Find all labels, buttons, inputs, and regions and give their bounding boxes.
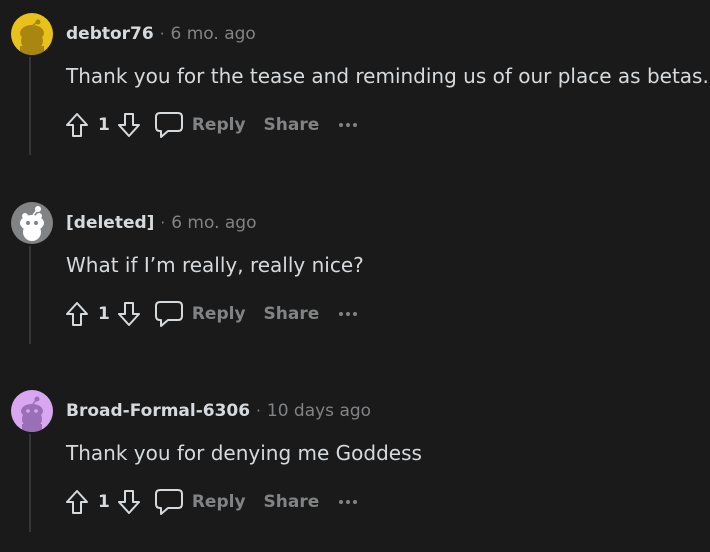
share-button[interactable]: Share [264,492,320,512]
ellipsis-icon [346,123,351,127]
comment-body: Thank you for denying me Goddess [66,441,422,465]
timestamp[interactable]: 10 days ago [267,401,371,421]
share-button[interactable]: Share [264,115,320,135]
downvote-button[interactable] [114,299,144,329]
arrow-up-icon [66,302,88,326]
upvote-button[interactable] [62,487,92,517]
arrow-down-icon [117,113,140,137]
comment: Broad-Formal-6306 · 10 days ago Thank you … [0,377,710,552]
reply-label: Reply [191,304,246,324]
more-options-button[interactable] [339,492,358,512]
speech-bubble-icon [154,489,183,515]
speech-bubble-icon [154,301,183,327]
snoo-avatar-icon [11,202,53,244]
thread-line[interactable] [29,246,31,344]
ellipsis-icon [346,500,351,504]
vote-score: 1 [98,304,110,324]
ellipsis-icon [353,500,358,504]
timestamp[interactable]: 6 mo. ago [171,24,256,44]
arrow-down-icon [117,490,140,514]
snoo-avatar-icon [11,390,53,432]
comment: debtor76 · 6 mo. ago Thank you for the tea… [0,0,710,175]
avatar[interactable] [11,13,53,55]
more-options-button[interactable] [339,115,358,135]
ellipsis-icon [339,312,344,316]
separator: · [256,402,261,420]
thread-line[interactable] [29,434,31,532]
arrow-down-icon [117,302,140,326]
downvote-button[interactable] [114,110,144,140]
upvote-button[interactable] [62,110,92,140]
comment-actions: 1 Reply Share [62,107,358,143]
reply-button[interactable]: Reply [154,300,246,328]
more-options-button[interactable] [339,304,358,324]
reply-label: Reply [191,115,246,135]
comment-actions: 1 Reply Share [62,296,358,332]
separator: · [160,214,166,232]
ellipsis-icon [353,312,358,316]
downvote-button[interactable] [114,487,144,517]
vote-score: 1 [98,115,110,135]
timestamp[interactable]: 6 mo. ago [171,213,256,233]
comment-meta: debtor76 · 6 mo. ago [66,22,256,46]
upvote-button[interactable] [62,299,92,329]
reply-button[interactable]: Reply [154,111,246,139]
comment: [deleted] · 6 mo. ago What if I’m really, … [0,189,710,364]
arrow-up-icon [66,490,88,514]
reply-button[interactable]: Reply [154,488,246,516]
reply-label: Reply [191,492,246,512]
username[interactable]: [deleted] [66,213,154,233]
share-button[interactable]: Share [264,304,320,324]
avatar[interactable] [11,202,53,244]
snoo-avatar-icon [11,13,53,55]
ellipsis-icon [339,123,344,127]
username[interactable]: debtor76 [66,24,154,44]
comment-meta: Broad-Formal-6306 · 10 days ago [66,399,371,423]
arrow-up-icon [66,113,88,137]
comment-body: Thank you for the tease and reminding us… [66,64,709,88]
separator: · [159,25,165,43]
ellipsis-icon [346,312,351,316]
ellipsis-icon [353,123,358,127]
username[interactable]: Broad-Formal-6306 [66,401,250,421]
avatar[interactable] [11,390,53,432]
vote-score: 1 [98,492,110,512]
comment-actions: 1 Reply Share [62,484,358,520]
comment-body: What if I’m really, really nice? [66,253,364,277]
thread-line[interactable] [29,57,31,155]
ellipsis-icon [339,500,344,504]
comment-meta: [deleted] · 6 mo. ago [66,211,257,235]
speech-bubble-icon [154,112,183,138]
